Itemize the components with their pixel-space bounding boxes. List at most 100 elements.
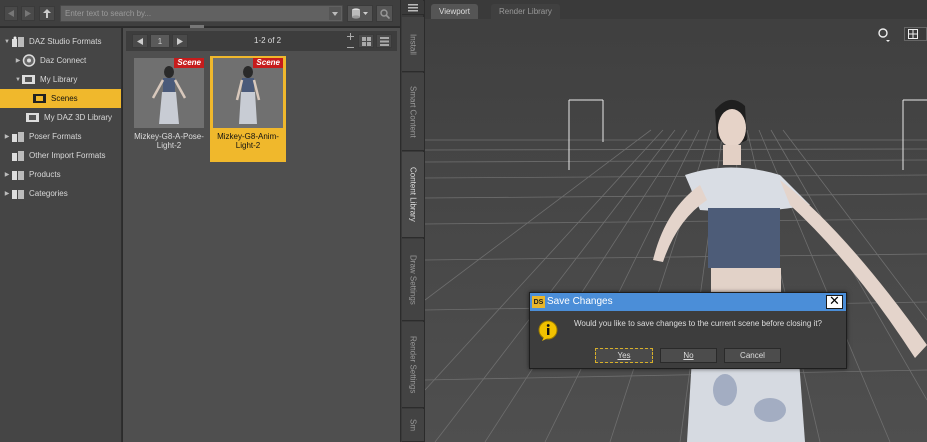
info-icon (538, 320, 558, 341)
viewport-scene (425, 0, 927, 442)
dialog-title: Save Changes (547, 296, 613, 307)
save-changes-dialog: DS Save Changes ✕ Would you like to save… (529, 292, 847, 369)
asset-label: Mizkey-G8-A-Pose- Light-2 (134, 132, 204, 150)
tree-item-poser-formats[interactable]: ▶ Poser Formats (0, 127, 121, 146)
up-level-button[interactable] (39, 6, 55, 21)
tree-item-my-library[interactable]: ▼ My Library (0, 70, 121, 89)
tab-smart-content[interactable]: Smart Content (402, 73, 424, 151)
tab-render-settings[interactable]: Render Settings (402, 322, 424, 408)
list-view-button[interactable] (376, 34, 392, 48)
next-page-button[interactable] (172, 34, 188, 48)
dialog-close-button[interactable]: ✕ (826, 295, 843, 309)
prev-page-button[interactable] (132, 34, 148, 48)
tree-item-label: Scenes (51, 94, 78, 103)
search-input[interactable] (65, 7, 320, 20)
view-layout-button[interactable] (904, 27, 927, 41)
search-button[interactable] (376, 5, 393, 22)
tree-item-products[interactable]: ▶ Products (0, 165, 121, 184)
content-toolbar (0, 0, 400, 27)
tree-item-label: Other Import Formats (29, 151, 106, 160)
viewport-canvas[interactable] (425, 0, 927, 442)
viewport-tab-bar: Viewport Render Library (425, 0, 927, 19)
categories-icon (11, 187, 25, 200)
no-button[interactable]: No (660, 348, 717, 363)
figure-thumbnail-icon (213, 58, 283, 128)
folder-icon (26, 111, 40, 124)
search-field[interactable] (60, 5, 343, 22)
collapse-arrow-icon[interactable]: ▶ (3, 190, 11, 197)
page-range: 1-2 of 2 (254, 36, 282, 45)
expand-arrow-icon[interactable]: ▼ (14, 77, 22, 83)
database-button[interactable] (347, 5, 373, 22)
tab-menu-button[interactable] (402, 1, 424, 15)
expand-arrow-icon[interactable]: ▼ (3, 39, 11, 45)
plus-icon (346, 33, 354, 40)
asset-thumbnail: Scene (134, 58, 204, 128)
side-tab-strip: Install Smart Content Content Library Dr… (400, 0, 424, 442)
list-view-icon (379, 36, 389, 46)
scene-badge: Scene (174, 58, 204, 68)
tab-draw-settings[interactable]: Draw Settings (402, 239, 424, 321)
tree-item-label: DAZ Studio Formats (29, 37, 102, 46)
hand-icon (878, 28, 890, 42)
tab-viewport[interactable]: Viewport (431, 4, 478, 19)
asset-thumbnail: Scene (213, 58, 283, 128)
daz-formats-icon (11, 35, 25, 48)
arrow-right-icon (177, 37, 183, 45)
tree-item-label: Daz Connect (40, 56, 87, 65)
tree-item-other-import-formats[interactable]: Other Import Formats (0, 146, 121, 165)
database-icon (352, 8, 368, 19)
chevron-down-icon (332, 11, 338, 16)
grid-view-button[interactable] (358, 34, 374, 48)
collapse-arrow-icon[interactable]: ▶ (3, 171, 11, 178)
menu-icon (408, 3, 418, 11)
asset-label: Mizkey-G8-Anim- Light-2 (217, 132, 279, 150)
pager-bar: 1 1-2 of 2 (126, 31, 397, 51)
tree-item-my-daz-3d-library[interactable]: My DAZ 3D Library (0, 108, 121, 127)
library-tree: ▼ DAZ Studio Formats ▶ Daz Connect ▼ My … (0, 28, 122, 442)
figure-thumbnail-icon (134, 58, 204, 128)
page-number-field[interactable]: 1 (150, 34, 170, 48)
asset-card-anim-light[interactable]: Scene Mizkey-G8-Anim- Light-2 (210, 56, 286, 162)
search-dropdown-button[interactable] (329, 7, 341, 20)
minus-icon (346, 47, 354, 48)
arrow-up-icon (43, 9, 51, 18)
back-button[interactable] (4, 6, 18, 21)
tree-item-label: Categories (29, 189, 68, 198)
tab-more[interactable]: Sm (402, 409, 424, 442)
tab-install[interactable]: Install (402, 17, 424, 72)
products-icon (11, 168, 25, 181)
app-logo-icon: DS (532, 296, 545, 308)
yes-button[interactable]: Yes (595, 348, 653, 363)
dialog-title-bar: DS Save Changes ✕ (530, 293, 846, 311)
forward-button[interactable] (21, 6, 35, 21)
view-layout-icon (908, 29, 918, 39)
collapse-arrow-icon[interactable]: ▶ (14, 57, 22, 64)
dialog-message: Would you like to save changes to the cu… (574, 319, 822, 328)
tree-item-daz-connect[interactable]: ▶ Daz Connect (0, 51, 121, 70)
arrow-right-icon (25, 10, 31, 17)
tree-item-categories[interactable]: ▶ Categories (0, 184, 121, 203)
cancel-button[interactable]: Cancel (724, 348, 781, 363)
panel-grip[interactable] (190, 25, 204, 28)
zoom-stepper[interactable] (346, 33, 354, 49)
tree-item-label: My Library (40, 75, 78, 84)
import-icon (11, 149, 25, 162)
folder-icon (33, 92, 47, 105)
poser-icon (11, 130, 25, 143)
tree-item-daz-studio-formats[interactable]: ▼ DAZ Studio Formats (0, 32, 121, 51)
folder-icon (22, 73, 36, 86)
tree-item-label: Poser Formats (29, 132, 82, 141)
tree-item-scenes[interactable]: Scenes (0, 89, 121, 108)
camera-dropdown[interactable] (877, 27, 891, 44)
daz-connect-icon (22, 54, 36, 67)
scene-badge: Scene (253, 58, 283, 68)
arrow-left-icon (137, 37, 143, 45)
collapse-arrow-icon[interactable]: ▶ (3, 133, 11, 140)
arrow-left-icon (8, 10, 14, 17)
tab-content-library[interactable]: Content Library (402, 152, 424, 238)
grid-view-icon (361, 36, 371, 46)
tab-render-library[interactable]: Render Library (491, 4, 560, 19)
asset-card-a-pose[interactable]: Scene Mizkey-G8-A-Pose- Light-2 (131, 56, 207, 162)
tree-item-label: Products (29, 170, 61, 179)
